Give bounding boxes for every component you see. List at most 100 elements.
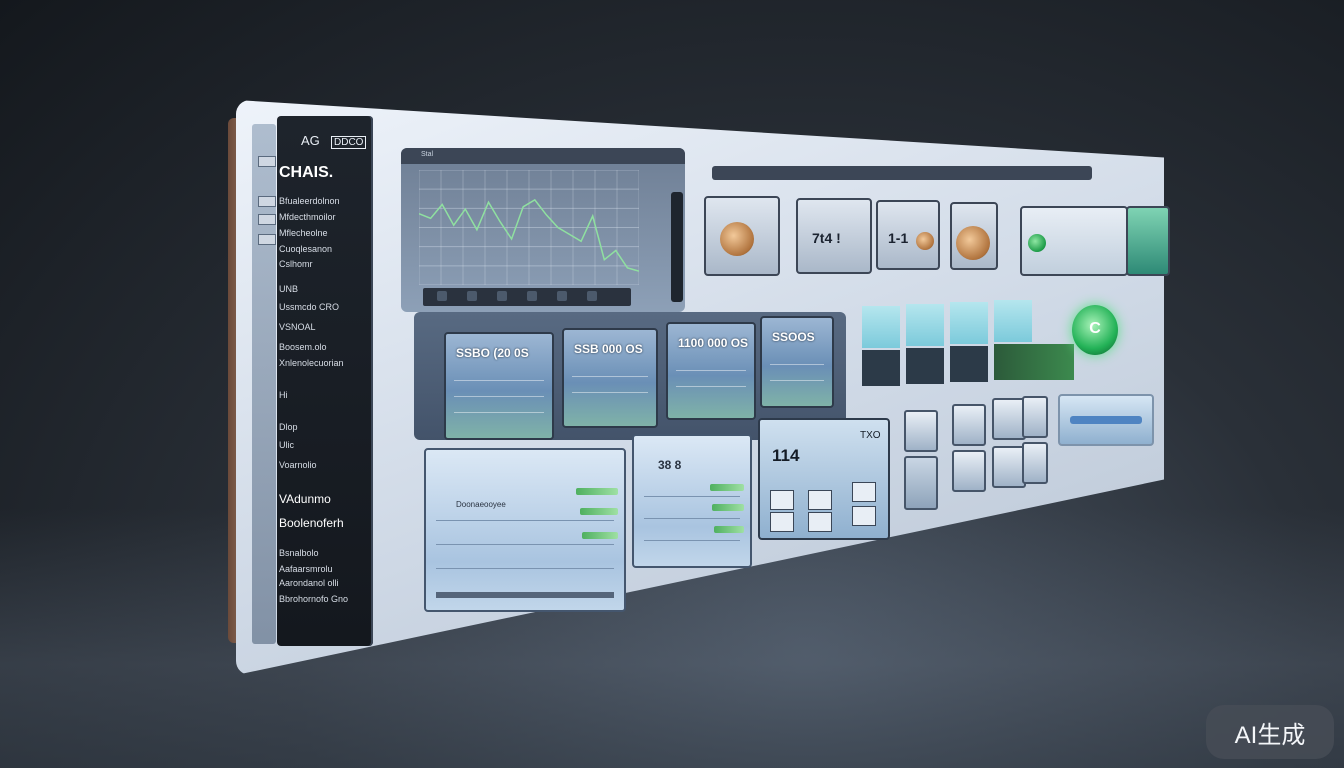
line-chart-panel: Stal <box>401 148 685 312</box>
sidebar-item[interactable]: Bsnalbolo <box>279 548 319 558</box>
control-button[interactable] <box>992 446 1026 488</box>
knob-tile[interactable] <box>950 202 998 270</box>
toolbar-button[interactable] <box>437 291 447 301</box>
top-status-bar <box>712 166 1092 180</box>
sidebar-item[interactable]: Bbrohornofo Gno <box>279 594 348 604</box>
rail-tab[interactable] <box>258 196 276 207</box>
status-cell[interactable] <box>994 300 1032 342</box>
brand-badge: DDCO <box>331 136 367 149</box>
sidebar-item[interactable]: Boolenoferh <box>279 516 344 530</box>
sidebar-item[interactable]: Hi <box>279 390 288 400</box>
tile-value: 1-1 <box>888 230 909 246</box>
data-table-right: 38 8 <box>632 434 752 568</box>
metric-card[interactable]: SSBO (20 0S <box>444 332 554 440</box>
calc-key[interactable] <box>770 490 794 510</box>
chart-header: Stal <box>401 148 685 164</box>
metric-card[interactable]: SSOOS <box>760 316 834 408</box>
calculator-panel: 114 TXO <box>758 418 890 540</box>
sidebar-item[interactable]: Mfdecthmoilor <box>279 212 336 222</box>
metric-value: SSB 000 OS <box>574 342 643 356</box>
sidebar-item[interactable]: Dlop <box>279 422 298 432</box>
sidebar-item[interactable]: Aafaarsmrolu <box>279 564 333 574</box>
data-table-left: Doonaeooyee <box>424 448 626 612</box>
calc-key[interactable] <box>852 482 876 502</box>
sidebar-item[interactable]: UNB <box>279 284 298 294</box>
sidebar-item[interactable]: Xnlenolecuorian <box>279 358 344 368</box>
control-button[interactable] <box>1022 396 1048 438</box>
control-button[interactable] <box>904 456 938 510</box>
sidebar-item[interactable]: VAdunmo <box>279 492 331 506</box>
progress-bar <box>710 484 744 491</box>
status-strip <box>860 300 1092 392</box>
calc-label: TXO <box>860 430 881 441</box>
progress-bar <box>580 508 618 515</box>
rail-tab[interactable] <box>258 214 276 225</box>
chart-scrollbar[interactable] <box>671 192 683 302</box>
metric-card[interactable]: 1100 000 OS <box>666 322 756 420</box>
sidebar-item[interactable]: VSNOAL <box>279 322 316 332</box>
calc-key[interactable] <box>808 490 832 510</box>
calc-key[interactable] <box>770 512 794 532</box>
brand-logo: AG <box>301 133 320 148</box>
accent-tile[interactable] <box>1126 206 1170 276</box>
rail-tab[interactable] <box>258 234 276 245</box>
rail-tab[interactable] <box>258 156 276 167</box>
sidebar-item[interactable]: Cuoqlesanon <box>279 244 332 254</box>
progress-bar <box>714 526 744 533</box>
sidebar-item[interactable]: Ussmcdo CRO <box>279 302 339 312</box>
calc-key[interactable] <box>808 512 832 532</box>
level-slider[interactable] <box>1058 394 1154 446</box>
knob-icon[interactable] <box>916 232 934 250</box>
tile-value: 7t4 ! <box>812 230 841 246</box>
control-button[interactable] <box>904 410 938 452</box>
metric-value: SSBO (20 0S <box>456 346 529 360</box>
control-button[interactable] <box>1022 442 1048 484</box>
toolbar-button[interactable] <box>557 291 567 301</box>
toolbar-button[interactable] <box>467 291 477 301</box>
progress-bar <box>582 532 618 539</box>
value-tile[interactable]: 1-1 <box>876 200 940 270</box>
sidebar-item[interactable]: Cslhomr <box>279 259 313 269</box>
control-button[interactable] <box>992 398 1026 440</box>
sidebar: AG DDCO CHAIS. Bfualeerdolnon Mfdecthmoil… <box>277 116 373 646</box>
primary-action-button[interactable]: C <box>1072 305 1118 355</box>
sidebar-title: CHAIS. <box>279 164 334 181</box>
calc-display: 114 <box>772 446 800 465</box>
chart-header-label: Stal <box>421 151 434 158</box>
control-button[interactable] <box>952 404 986 446</box>
toolbar-button[interactable] <box>497 291 507 301</box>
value-tile[interactable]: 7t4 ! <box>796 198 872 274</box>
sidebar-item[interactable]: Boosem.olo <box>279 342 327 352</box>
sidebar-item[interactable]: Voarnolio <box>279 460 317 470</box>
status-cell[interactable] <box>950 302 988 344</box>
knob-icon[interactable] <box>720 222 754 256</box>
sidebar-item[interactable]: Mflecheolne <box>279 228 328 238</box>
sidebar-item[interactable]: Aarondanol olli <box>279 578 339 588</box>
chart-toolbar <box>423 288 631 306</box>
toolbar-button[interactable] <box>527 291 537 301</box>
progress-bar <box>576 488 618 495</box>
toggle-icon[interactable] <box>1028 234 1046 252</box>
control-button[interactable] <box>952 450 986 492</box>
status-cell[interactable] <box>862 306 900 348</box>
watermark: AI生成 <box>1206 705 1334 759</box>
slider-fill <box>1070 416 1142 424</box>
metric-value: SSOOS <box>772 330 815 344</box>
metric-value: 1100 000 OS <box>678 336 749 350</box>
control-tile[interactable] <box>1020 206 1128 276</box>
toolbar-button[interactable] <box>587 291 597 301</box>
sidebar-item[interactable]: Ulic <box>279 440 294 450</box>
knob-tile[interactable] <box>704 196 780 276</box>
sidebar-item[interactable]: Bfualeerdolnon <box>279 196 340 206</box>
table-header: 38 8 <box>658 458 682 472</box>
status-cell[interactable] <box>906 304 944 346</box>
status-readout <box>950 346 988 382</box>
table-header: Doonaeooyee <box>456 500 506 509</box>
knob-icon[interactable] <box>956 226 990 260</box>
line-chart <box>419 170 639 285</box>
metric-card[interactable]: SSB 000 OS <box>562 328 658 428</box>
calc-key[interactable] <box>852 506 876 526</box>
status-readout <box>906 348 944 384</box>
status-readout <box>994 344 1074 380</box>
status-readout <box>862 350 900 386</box>
